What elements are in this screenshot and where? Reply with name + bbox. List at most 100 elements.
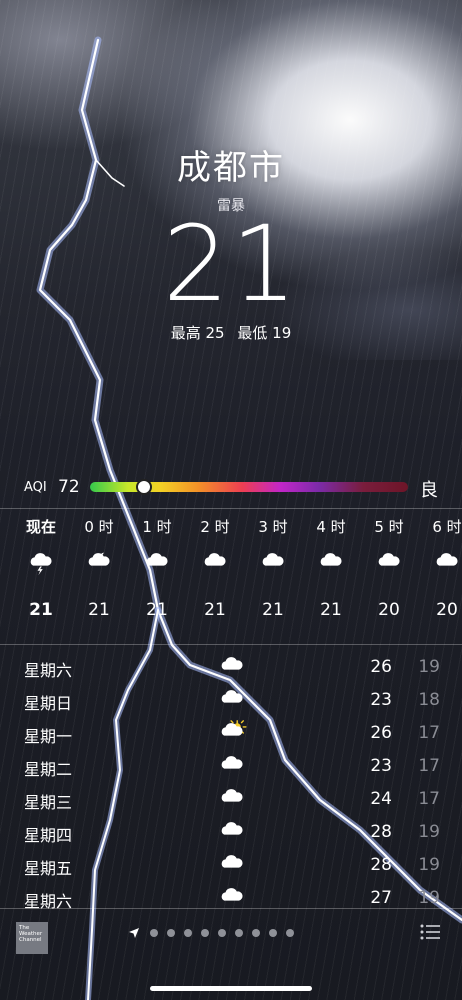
aqi-level: 良 <box>420 480 438 501</box>
today-low: 最低 19 <box>237 324 292 342</box>
city-name: 成都市 <box>177 148 285 188</box>
page-dot[interactable] <box>286 929 294 937</box>
thunderstorm-icon <box>30 553 52 576</box>
day-name: 星期二 <box>24 760 73 779</box>
daily-row: 星期日 23 18 <box>0 685 462 718</box>
daily-row: 星期三 24 17 <box>0 784 462 817</box>
daily-row: 星期六 26 19 <box>0 652 462 685</box>
hourly-item: 4 时 21 <box>302 516 360 620</box>
day-low: 17 <box>418 789 440 809</box>
hourly-forecast[interactable]: 现在 21 0 时 21 1 时 21 2 时 21 3 时 21 4 时 21 5 时 20 6 时 20 <box>0 516 462 642</box>
day-low: 17 <box>418 723 440 743</box>
aqi-value: 72 <box>58 477 80 497</box>
day-low: 17 <box>418 756 440 776</box>
cloud-icon <box>204 553 226 566</box>
hourly-item: 3 时 21 <box>244 516 302 620</box>
daily-row: 星期五 28 19 <box>0 850 462 883</box>
hourly-item: 0 时 21 <box>70 516 128 620</box>
hourly-item: 2 时 21 <box>186 516 244 620</box>
day-high: 27 <box>370 888 392 908</box>
cloud-icon <box>221 822 243 835</box>
hour-temperature: 21 <box>320 600 342 620</box>
hour-temperature: 20 <box>436 600 458 620</box>
hour-temperature: 21 <box>146 600 168 620</box>
page-dot[interactable] <box>150 929 158 937</box>
day-high: 23 <box>370 690 392 710</box>
hour-label: 6 时 <box>432 518 462 536</box>
day-low: 19 <box>418 888 440 908</box>
day-name: 星期三 <box>24 793 73 812</box>
aqi-row: AQI 72 良 <box>24 476 440 501</box>
day-high: 26 <box>370 723 392 743</box>
page-indicator[interactable] <box>128 926 303 940</box>
hourly-item: 1 时 21 <box>128 516 186 620</box>
hour-label: 4 时 <box>316 518 346 536</box>
cloud-icon <box>320 553 342 566</box>
day-name: 星期六 <box>24 661 73 680</box>
aqi-scale-bar <box>90 479 408 495</box>
location-arrow-icon <box>129 928 139 938</box>
hour-temperature: 21 <box>88 600 110 620</box>
daily-row: 星期一 26 17 <box>0 718 462 751</box>
cloud-icon <box>221 690 243 703</box>
aqi-indicator <box>136 479 153 495</box>
home-indicator[interactable] <box>150 986 312 991</box>
daily-row: 星期二 23 17 <box>0 751 462 784</box>
day-name: 星期四 <box>24 826 73 845</box>
divider <box>0 508 462 509</box>
hour-label: 5 时 <box>374 518 404 536</box>
day-low: 18 <box>418 690 440 710</box>
divider <box>0 908 462 909</box>
cloud-icon <box>221 756 243 769</box>
high-low: 最高 25 最低 19 <box>0 322 462 343</box>
hour-temperature: 21 <box>262 600 284 620</box>
city-list-icon[interactable] <box>420 924 440 940</box>
bottom-toolbar: The Weather Channel <box>0 912 462 960</box>
day-low: 19 <box>418 822 440 842</box>
day-low: 19 <box>418 657 440 677</box>
cloud-icon <box>146 553 168 566</box>
divider <box>0 644 462 645</box>
day-name: 星期日 <box>24 694 73 713</box>
hour-label: 现在 <box>25 518 56 536</box>
day-high: 24 <box>370 789 392 809</box>
hour-label: 3 时 <box>258 518 288 536</box>
logo-text: Channel <box>19 937 42 943</box>
today-high: 最高 25 <box>170 324 225 342</box>
hourly-item: 现在 21 <box>12 516 70 620</box>
day-high: 23 <box>370 756 392 776</box>
page-dot[interactable] <box>252 929 260 937</box>
cloud-icon <box>221 855 243 868</box>
day-high: 28 <box>370 822 392 842</box>
cloud-icon <box>221 657 243 670</box>
page-dot[interactable] <box>201 929 209 937</box>
day-low: 19 <box>418 855 440 875</box>
day-name: 星期五 <box>24 859 73 878</box>
cloud-icon <box>378 553 400 566</box>
hour-temperature: 21 <box>204 600 226 620</box>
hour-temperature: 21 <box>29 600 53 620</box>
sun-cloud-icon <box>221 720 247 736</box>
page-dot[interactable] <box>218 929 226 937</box>
cloud-icon <box>262 553 284 566</box>
aqi-label: AQI <box>24 480 47 495</box>
hourly-item: 6 时 20 <box>418 516 462 620</box>
current-temperature: 21 <box>162 203 300 325</box>
day-high: 26 <box>370 657 392 677</box>
hour-label: 1 时 <box>142 518 172 536</box>
page-dot[interactable] <box>235 929 243 937</box>
moon-cloud-icon <box>88 552 110 566</box>
page-dot[interactable] <box>184 929 192 937</box>
day-name: 星期一 <box>24 727 73 746</box>
hourly-item: 5 时 20 <box>360 516 418 620</box>
hour-label: 0 时 <box>84 518 114 536</box>
cloud-icon <box>221 789 243 802</box>
cloud-icon <box>436 553 458 566</box>
day-high: 28 <box>370 855 392 875</box>
hour-temperature: 20 <box>378 600 400 620</box>
page-dot[interactable] <box>167 929 175 937</box>
weather-channel-logo[interactable]: The Weather Channel <box>16 922 48 954</box>
hour-label: 2 时 <box>200 518 230 536</box>
daily-row: 星期四 28 19 <box>0 817 462 850</box>
page-dot[interactable] <box>269 929 277 937</box>
